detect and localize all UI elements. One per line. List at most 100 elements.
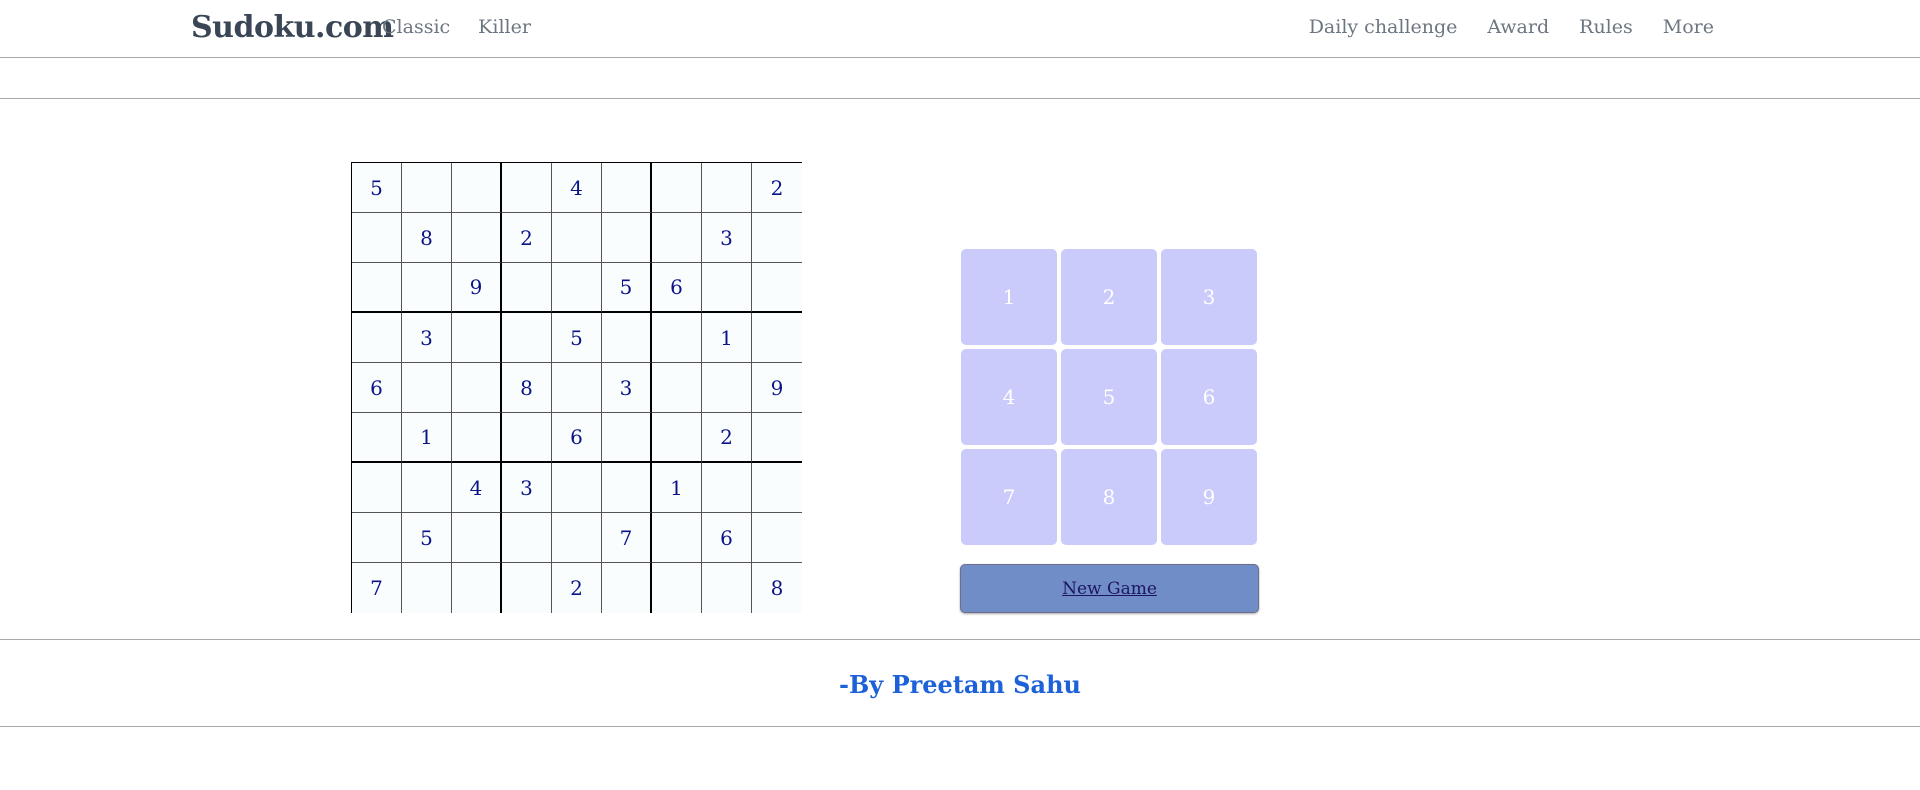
sudoku-cell[interactable] bbox=[502, 563, 552, 613]
sudoku-cell[interactable]: 1 bbox=[702, 313, 752, 363]
sudoku-cell[interactable] bbox=[452, 163, 502, 213]
sudoku-cell[interactable]: 7 bbox=[352, 563, 402, 613]
sudoku-cell[interactable]: 8 bbox=[752, 563, 802, 613]
new-game-button[interactable]: New Game bbox=[960, 564, 1259, 613]
sudoku-cell[interactable] bbox=[702, 563, 752, 613]
keypad-key-9[interactable]: 9 bbox=[1161, 449, 1257, 545]
sudoku-cell[interactable] bbox=[552, 513, 602, 563]
sudoku-cell[interactable] bbox=[752, 513, 802, 563]
sudoku-cell[interactable] bbox=[352, 313, 402, 363]
sudoku-cell[interactable] bbox=[602, 213, 652, 263]
new-game-label: New Game bbox=[1062, 578, 1157, 599]
sudoku-cell[interactable] bbox=[602, 463, 652, 513]
keypad-key-8[interactable]: 8 bbox=[1061, 449, 1157, 545]
sudoku-cell[interactable] bbox=[502, 263, 552, 313]
sudoku-cell[interactable]: 5 bbox=[552, 313, 602, 363]
sudoku-cell[interactable]: 7 bbox=[602, 513, 652, 563]
footer-divider-top bbox=[0, 639, 1920, 640]
sudoku-cell[interactable]: 2 bbox=[502, 213, 552, 263]
sudoku-cell[interactable] bbox=[602, 563, 652, 613]
sudoku-cell[interactable] bbox=[602, 313, 652, 363]
sudoku-cell[interactable]: 2 bbox=[702, 413, 752, 463]
sudoku-cell[interactable] bbox=[352, 413, 402, 463]
sudoku-cell[interactable] bbox=[452, 563, 502, 613]
sudoku-cell[interactable]: 5 bbox=[402, 513, 452, 563]
keypad-key-3[interactable]: 3 bbox=[1161, 249, 1257, 345]
sudoku-cell[interactable]: 8 bbox=[402, 213, 452, 263]
keypad-key-4[interactable]: 4 bbox=[961, 349, 1057, 445]
nav-link-more[interactable]: More bbox=[1663, 16, 1714, 38]
sudoku-cell[interactable]: 9 bbox=[452, 263, 502, 313]
sudoku-cell[interactable] bbox=[402, 363, 452, 413]
sudoku-cell[interactable]: 8 bbox=[502, 363, 552, 413]
sudoku-cell[interactable]: 6 bbox=[652, 263, 702, 313]
sudoku-cell[interactable] bbox=[352, 213, 402, 263]
sudoku-cell[interactable] bbox=[502, 163, 552, 213]
sudoku-cell[interactable]: 6 bbox=[552, 413, 602, 463]
sudoku-cell[interactable] bbox=[652, 313, 702, 363]
sudoku-cell[interactable] bbox=[452, 363, 502, 413]
sudoku-cell[interactable]: 9 bbox=[752, 363, 802, 413]
sudoku-cell[interactable] bbox=[702, 463, 752, 513]
sudoku-cell[interactable]: 4 bbox=[452, 463, 502, 513]
sudoku-cell[interactable] bbox=[402, 563, 452, 613]
sudoku-cell[interactable] bbox=[352, 513, 402, 563]
sudoku-cell[interactable] bbox=[352, 463, 402, 513]
sudoku-cell[interactable]: 3 bbox=[502, 463, 552, 513]
sudoku-cell[interactable]: 3 bbox=[402, 313, 452, 363]
sudoku-cell[interactable]: 2 bbox=[752, 163, 802, 213]
nav-link-daily-challenge[interactable]: Daily challenge bbox=[1309, 16, 1458, 38]
sudoku-cell[interactable] bbox=[702, 163, 752, 213]
sudoku-cell[interactable]: 5 bbox=[602, 263, 652, 313]
sudoku-cell[interactable] bbox=[602, 413, 652, 463]
nav-link-award[interactable]: Award bbox=[1487, 16, 1549, 38]
sudoku-cell[interactable] bbox=[452, 213, 502, 263]
sudoku-cell[interactable] bbox=[702, 363, 752, 413]
nav-link-rules[interactable]: Rules bbox=[1579, 16, 1633, 38]
sudoku-cell[interactable] bbox=[552, 463, 602, 513]
sudoku-cell[interactable] bbox=[752, 463, 802, 513]
sudoku-cell[interactable] bbox=[402, 463, 452, 513]
nav-link-classic[interactable]: Classic bbox=[382, 16, 450, 38]
sudoku-cell[interactable] bbox=[552, 363, 602, 413]
sudoku-cell[interactable] bbox=[702, 263, 752, 313]
sudoku-cell[interactable] bbox=[652, 363, 702, 413]
sudoku-cell[interactable]: 2 bbox=[552, 563, 602, 613]
sudoku-cell[interactable]: 5 bbox=[352, 163, 402, 213]
sudoku-cell[interactable] bbox=[452, 313, 502, 363]
sudoku-cell[interactable] bbox=[602, 163, 652, 213]
nav-link-killer[interactable]: Killer bbox=[478, 16, 531, 38]
keypad-key-1[interactable]: 1 bbox=[961, 249, 1057, 345]
sudoku-cell[interactable] bbox=[652, 513, 702, 563]
keypad-key-6[interactable]: 6 bbox=[1161, 349, 1257, 445]
sudoku-cell[interactable]: 6 bbox=[702, 513, 752, 563]
sudoku-cell[interactable] bbox=[402, 163, 452, 213]
sudoku-cell[interactable] bbox=[652, 213, 702, 263]
keypad-key-2[interactable]: 2 bbox=[1061, 249, 1157, 345]
sudoku-cell[interactable] bbox=[502, 513, 552, 563]
sudoku-cell[interactable]: 3 bbox=[702, 213, 752, 263]
sudoku-cell[interactable] bbox=[752, 413, 802, 463]
sudoku-cell[interactable]: 3 bbox=[602, 363, 652, 413]
sudoku-cell[interactable] bbox=[402, 263, 452, 313]
sudoku-cell[interactable] bbox=[552, 213, 602, 263]
sudoku-cell[interactable] bbox=[652, 413, 702, 463]
sudoku-cell[interactable] bbox=[352, 263, 402, 313]
sudoku-cell[interactable] bbox=[502, 413, 552, 463]
sudoku-cell[interactable] bbox=[502, 313, 552, 363]
sudoku-cell[interactable] bbox=[552, 263, 602, 313]
sudoku-cell[interactable] bbox=[452, 413, 502, 463]
sudoku-cell[interactable]: 6 bbox=[352, 363, 402, 413]
brand-logo[interactable]: Sudoku.com bbox=[191, 10, 394, 45]
sudoku-cell[interactable] bbox=[652, 163, 702, 213]
sudoku-cell[interactable]: 4 bbox=[552, 163, 602, 213]
sudoku-cell[interactable]: 1 bbox=[652, 463, 702, 513]
keypad-key-7[interactable]: 7 bbox=[961, 449, 1057, 545]
sudoku-cell[interactable] bbox=[752, 313, 802, 363]
sudoku-cell[interactable]: 1 bbox=[402, 413, 452, 463]
keypad-key-5[interactable]: 5 bbox=[1061, 349, 1157, 445]
sudoku-cell[interactable] bbox=[652, 563, 702, 613]
sudoku-cell[interactable] bbox=[752, 213, 802, 263]
sudoku-cell[interactable] bbox=[452, 513, 502, 563]
sudoku-cell[interactable] bbox=[752, 263, 802, 313]
